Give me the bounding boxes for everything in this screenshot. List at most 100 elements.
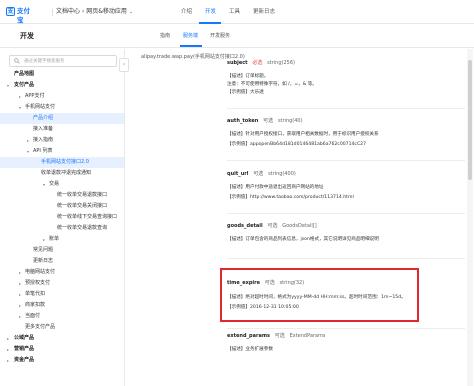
sidebar-item-trade[interactable]: ▾ 交易 bbox=[0, 179, 124, 190]
sidebar-item-trade-refund[interactable]: 统一收单交易退款接口 bbox=[0, 190, 124, 201]
top-nav-develop[interactable]: 开发 bbox=[205, 8, 216, 16]
sidebar-item-refund-notify[interactable]: 收单退款冲退完成通知 bbox=[0, 168, 124, 179]
param-header: goods_detail 可选 GoodsDetail[] bbox=[227, 223, 317, 230]
param-desc: 【示例值】2016-12-31 10:05:00 bbox=[227, 305, 299, 310]
caret-right-icon: ▸ bbox=[19, 94, 22, 99]
scrollbar-thumb[interactable] bbox=[468, 60, 472, 180]
collapse-sidebar-button[interactable]: ‹ bbox=[119, 58, 129, 72]
divider bbox=[227, 108, 465, 109]
tab-dev-services[interactable]: 开发服务 bbox=[210, 33, 230, 40]
sidebar-item-app-pay[interactable]: ▸ APP支付 bbox=[0, 91, 124, 102]
tab-guide[interactable]: 指南 bbox=[160, 33, 170, 40]
param-type: string(32) bbox=[279, 280, 305, 286]
param-type: ExtendParams bbox=[289, 333, 326, 339]
divider bbox=[52, 9, 53, 16]
divider bbox=[227, 328, 465, 329]
search-placeholder: 通过关键字搜索服务 bbox=[24, 58, 65, 64]
divider bbox=[227, 160, 465, 161]
param-name: extend_params bbox=[227, 333, 271, 339]
param-desc: 【示例值】大乐透 bbox=[227, 90, 264, 95]
param-type: string(256) bbox=[267, 60, 295, 66]
caret-right-icon: ▸ bbox=[7, 336, 10, 341]
param-name: auth_token bbox=[227, 118, 259, 124]
param-type: GoodsDetail[] bbox=[282, 223, 317, 229]
sidebar-item-prepare[interactable]: 接入准备 bbox=[0, 124, 124, 135]
sidebar-item-faq[interactable]: 常见问题 bbox=[0, 245, 124, 256]
caret-right-icon: ▸ bbox=[7, 358, 10, 363]
param-desc: 【描述】业务扩展参数 bbox=[227, 347, 273, 352]
search-input[interactable]: 通过关键字搜索服务 bbox=[9, 55, 117, 67]
sidebar-item-refund-query[interactable]: 统一收单交易退款查询 bbox=[0, 223, 124, 234]
sub-header: 开发 指南 服务端 开发服务 bbox=[0, 24, 474, 48]
caret-right-icon: ▸ bbox=[19, 292, 22, 297]
app-title[interactable]: 文档中心 ‹ 网页&移动应用 bbox=[56, 8, 127, 16]
param-name: quit_url bbox=[227, 171, 249, 177]
sidebar-item-marketing[interactable]: ▸ 营销产品 bbox=[0, 344, 124, 355]
top-nav-changelog[interactable]: 更新日志 bbox=[253, 8, 275, 16]
param-header: auth_token 可选 string(40) bbox=[227, 118, 303, 125]
caret-right-icon: ▸ bbox=[19, 314, 22, 319]
param-desc: 【描述】针对用户授权接口，获取用户相关数据时，用于标识用户授权关系 bbox=[227, 132, 379, 137]
sidebar-item-trade-query[interactable]: 统一收单线下交易查询接口 bbox=[0, 212, 124, 223]
sidebar-item-wap-pay[interactable]: ▾ 手机网站支付 bbox=[0, 102, 124, 113]
param-header: time_expire 可选 string(32) bbox=[227, 280, 304, 287]
param-required: 可选 bbox=[263, 118, 274, 124]
sidebar-item-more-payment[interactable]: 更多支付产品 bbox=[0, 322, 124, 333]
alipay-logo[interactable]: 支 支付宝 bbox=[6, 7, 32, 24]
active-subtab-indicator bbox=[180, 45, 202, 47]
caret-down-icon: ▾ bbox=[7, 83, 10, 88]
sidebar: 通过关键字搜索服务 产品地图 ▾ 支付产品 ▸ APP支付 ▾ 手机网站支付 产品介绍… bbox=[0, 49, 125, 386]
param-desc: 注意：不可使用特殊字符，如 /，=，& 等。 bbox=[227, 82, 317, 87]
page-title: 开发 bbox=[20, 32, 34, 40]
chevron-down-icon[interactable]: ⌄ bbox=[129, 8, 133, 16]
sidebar-item-funds[interactable]: ▸ 资金产品 bbox=[0, 355, 124, 366]
param-required: 可选 bbox=[267, 223, 278, 229]
sidebar-item-preauth[interactable]: ▸ 预授权支付 bbox=[0, 278, 124, 289]
sidebar-item-trade-close[interactable]: 统一收单交易关闭接口 bbox=[0, 201, 124, 212]
top-bar: 支 支付宝 文档中心 ‹ 网页&移动应用 ⌄ 介绍 开发 工具 更新日志 bbox=[0, 0, 474, 24]
sidebar-item-product-intro[interactable]: 产品介绍 bbox=[0, 113, 124, 124]
param-header: quit_url 可选 string(400) bbox=[227, 171, 296, 178]
tab-server[interactable]: 服务端 bbox=[183, 33, 198, 40]
sidebar-item-bill[interactable]: ▸ 账单 bbox=[0, 234, 124, 245]
top-nav-intro[interactable]: 介绍 bbox=[181, 8, 192, 16]
sidebar-item-public-domain[interactable]: ▸ 公域产品 bbox=[0, 333, 124, 344]
param-required: 可选 bbox=[264, 280, 275, 286]
sidebar-item-face-to-face[interactable]: ▸ 当面付 bbox=[0, 311, 124, 322]
caret-right-icon: ▸ bbox=[19, 281, 22, 286]
sidebar-item-pc-pay[interactable]: ▸ 电脑网站支付 bbox=[0, 267, 124, 278]
sidebar-item-wap-pay-api[interactable]: 手机网站支付接口2.0 bbox=[0, 157, 124, 168]
param-desc: 【描述】绝对超时时间，格式为yyyy-MM-dd HH:mm:ss。超时时间范围… bbox=[227, 295, 406, 300]
sidebar-item-merchant-deduct[interactable]: ▸ 商家扣款 bbox=[0, 300, 124, 311]
param-required: 可选 bbox=[253, 171, 264, 177]
sidebar-item-withhold[interactable]: ▸ 单笔代扣 bbox=[0, 289, 124, 300]
param-type: string(40) bbox=[277, 118, 303, 124]
sidebar-item-product-map[interactable]: 产品地图 bbox=[0, 69, 124, 80]
param-name: time_expire bbox=[227, 280, 260, 286]
sidebar-item-payment-products[interactable]: ▾ 支付产品 bbox=[0, 80, 124, 91]
param-header: subject 必选 string(256) bbox=[227, 60, 295, 67]
divider bbox=[227, 213, 465, 214]
caret-down-icon: ▾ bbox=[19, 105, 22, 110]
caret-right-icon: ▸ bbox=[43, 237, 46, 242]
sidebar-item-changelog[interactable]: 更新日志 bbox=[0, 256, 124, 267]
caret-down-icon: ▾ bbox=[43, 182, 46, 187]
param-desc: 【示例值】http://www.taobao.com/product/11371… bbox=[227, 195, 354, 200]
param-name: goods_detail bbox=[227, 223, 263, 229]
param-desc: 【描述】用户付款中途退出返回商户网站的地址 bbox=[227, 185, 324, 190]
sidebar-item-guide[interactable]: ▸ 接入指南 bbox=[0, 135, 124, 146]
caret-right-icon: ▸ bbox=[7, 347, 10, 352]
param-type: string(400) bbox=[268, 171, 296, 177]
divider bbox=[227, 258, 465, 259]
search-icon bbox=[14, 58, 20, 64]
top-nav-tools[interactable]: 工具 bbox=[229, 8, 240, 16]
param-required: 必选 bbox=[252, 60, 263, 66]
caret-right-icon: ▸ bbox=[27, 138, 30, 143]
caret-right-icon: ▸ bbox=[19, 303, 22, 308]
alipay-logo-icon: 支 bbox=[6, 7, 15, 16]
sidebar-item-api-list[interactable]: ▾ API 列表 bbox=[0, 146, 124, 157]
param-desc: 【示例值】appopenBb64d181d0146481ab6a762c0071… bbox=[227, 142, 367, 147]
param-desc: 【描述】订单标题。 bbox=[227, 74, 269, 79]
caret-down-icon: ▾ bbox=[27, 149, 30, 154]
param-name: subject bbox=[227, 60, 248, 66]
